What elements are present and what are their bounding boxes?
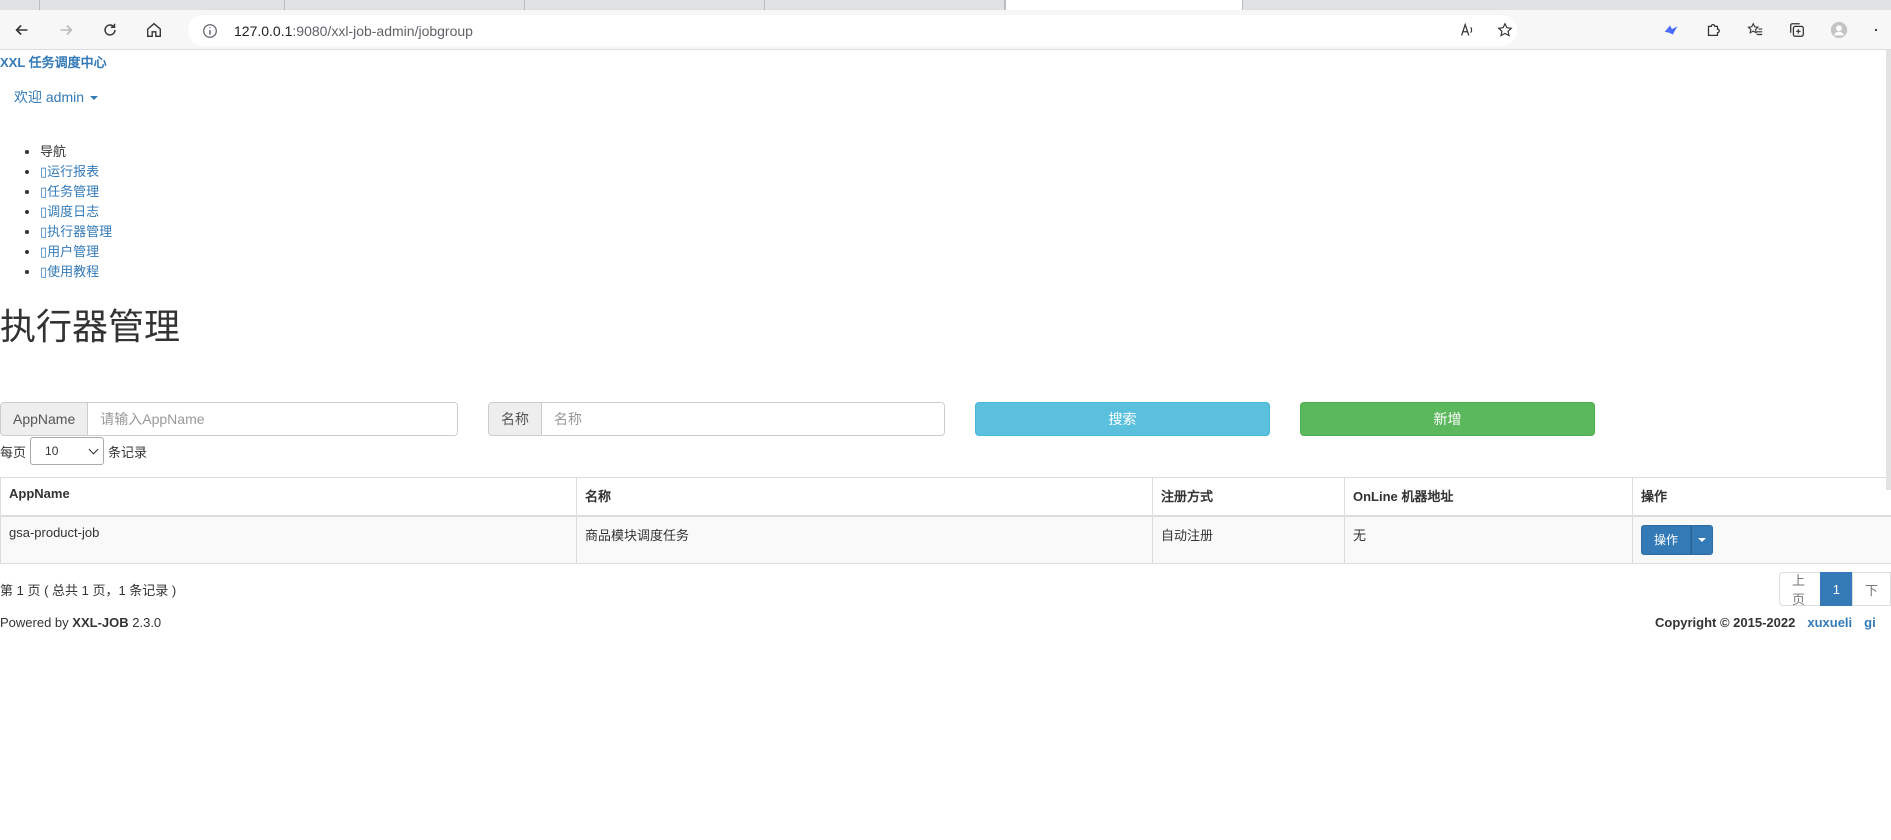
read-aloud-icon[interactable] [1457,20,1477,40]
nav-item: ▯调度日志 [40,202,112,222]
favorite-star-icon[interactable] [1495,20,1515,40]
sidebar-nav: 导航 ▯运行报表 ▯任务管理 ▯调度日志 ▯执行器管理 ▯用户管理 ▯使用教程 [0,142,112,282]
page-length-control: 每页 10 条记录 [0,437,147,465]
nav-item: ▯执行器管理 [40,222,112,242]
nav-link-jobgroup[interactable]: ▯执行器管理 [40,224,112,239]
appname-input[interactable] [88,403,457,435]
nav-item: ▯使用教程 [40,262,112,282]
browser-tab[interactable] [285,0,525,10]
title-addon: 名称 [489,403,542,435]
cell-appname: gsa-product-job [0,515,577,564]
page-title: 执行器管理 [0,306,181,347]
page-scrollbar[interactable] [1886,50,1891,490]
pagination: 上页 1 下 [1779,572,1891,607]
home-icon [147,22,161,37]
column-header-appname[interactable]: AppName [0,477,577,517]
add-button[interactable]: 新增 [1300,402,1595,436]
footer-copyright: Copyright © 2015-2022 xuxueli gi [1655,615,1876,630]
user-menu-toggle[interactable]: 欢迎 admin [14,87,99,107]
tab-strip [0,0,1891,10]
table-info: 第 1 页 ( 总共 1 页，1 条记录 ) [0,583,177,598]
extensions-puzzle-icon[interactable] [1703,20,1723,40]
jobgroup-table: AppName 名称 注册方式 OnLine 机器地址 操作 gsa-produ… [0,477,1891,564]
favorites-icon[interactable] [1745,20,1765,40]
table-row: gsa-product-job 商品模块调度任务 自动注册 无 操作 [0,515,1891,564]
nav-link-user[interactable]: ▯用户管理 [40,244,99,259]
nav-item: ▯任务管理 [40,182,112,202]
column-header-title[interactable]: 名称 [576,477,1153,517]
nav-item: ▯运行报表 [40,162,112,182]
row-action-split-button: 操作 [1641,524,1714,555]
back-arrow-icon [15,24,28,35]
cell-actions: 操作 [1632,515,1891,564]
row-action-dropdown-toggle[interactable] [1691,524,1714,555]
pagination-prev[interactable]: 上页 [1779,572,1821,607]
appname-search-group: AppName [0,402,458,436]
page-length-value: 10 [45,444,59,458]
profile-avatar-icon[interactable] [1829,20,1849,40]
powered-prefix: Powered by [0,615,69,630]
product-version: 2.3.0 [132,615,162,630]
nav-item: ▯用户管理 [40,242,112,262]
row-action-button[interactable]: 操作 [1641,524,1692,555]
cell-address-type: 自动注册 [1152,515,1345,564]
nav-heading: 导航 [40,142,112,162]
caret-down-icon [90,96,99,101]
column-header-online-address[interactable]: OnLine 机器地址 [1344,477,1633,517]
collections-icon[interactable] [1787,20,1807,40]
browser-extensions [1661,10,1891,50]
browser-tab[interactable] [765,0,1005,10]
page-length-select[interactable]: 10 [30,437,105,465]
pagination-next[interactable]: 下 [1851,572,1891,606]
address-actions [1457,10,1545,50]
copyright-text: Copyright © 2015-2022 [1655,615,1796,630]
home-button[interactable] [132,10,176,50]
browser-tab-active[interactable] [1005,0,1243,10]
browser-tab[interactable] [40,0,285,10]
search-button[interactable]: 搜索 [975,402,1270,436]
cell-title: 商品模块调度任务 [576,515,1153,564]
product-name: XXL-JOB [72,615,129,630]
github-link[interactable]: gi [1864,615,1876,630]
footer-powered: Powered by XXL-JOB 2.3.0 [0,615,161,630]
author-link[interactable]: xuxueli [1807,615,1852,630]
address-bar[interactable]: 127.0.0.1:9080/xxl-job-admin/jobgroup [188,15,1517,46]
browser-tab[interactable] [0,0,40,10]
more-menu-icon[interactable] [1871,20,1881,40]
browser-tab[interactable] [525,0,765,10]
cell-online-address: 无 [1344,515,1633,564]
reload-button[interactable] [88,10,132,50]
chevron-down-icon [88,444,99,454]
url-text: 127.0.0.1:9080/xxl-job-admin/jobgroup [234,22,473,39]
title-input[interactable] [542,403,944,435]
back-button[interactable] [0,10,44,50]
column-header-address-type[interactable]: 注册方式 [1152,477,1345,517]
nav-link-report[interactable]: ▯运行报表 [40,164,99,179]
welcome-text: 欢迎 admin [14,89,85,105]
table-header-row: AppName 名称 注册方式 OnLine 机器地址 操作 [0,477,1891,517]
brand-logo-link[interactable]: XXL 任务调度中心 [0,52,107,71]
forward-button[interactable] [44,10,88,50]
column-header-actions[interactable]: 操作 [1632,477,1891,517]
pagination-page-current[interactable]: 1 [1819,572,1853,606]
forward-arrow-icon [60,24,73,35]
title-search-group: 名称 [488,402,945,436]
extension-bird-icon[interactable] [1661,20,1681,40]
nav-link-jobinfo[interactable]: ▯任务管理 [40,184,99,199]
length-suffix: 条记录 [108,444,148,460]
length-prefix: 每页 [0,444,27,460]
reload-icon [104,23,116,36]
browser-toolbar: 127.0.0.1:9080/xxl-job-admin/jobgroup [0,10,1891,50]
appname-addon: AppName [1,403,89,435]
nav-link-joblog[interactable]: ▯调度日志 [40,204,99,219]
info-icon[interactable] [200,21,220,41]
nav-link-help[interactable]: ▯使用教程 [40,264,99,279]
caret-down-icon [1698,537,1707,542]
